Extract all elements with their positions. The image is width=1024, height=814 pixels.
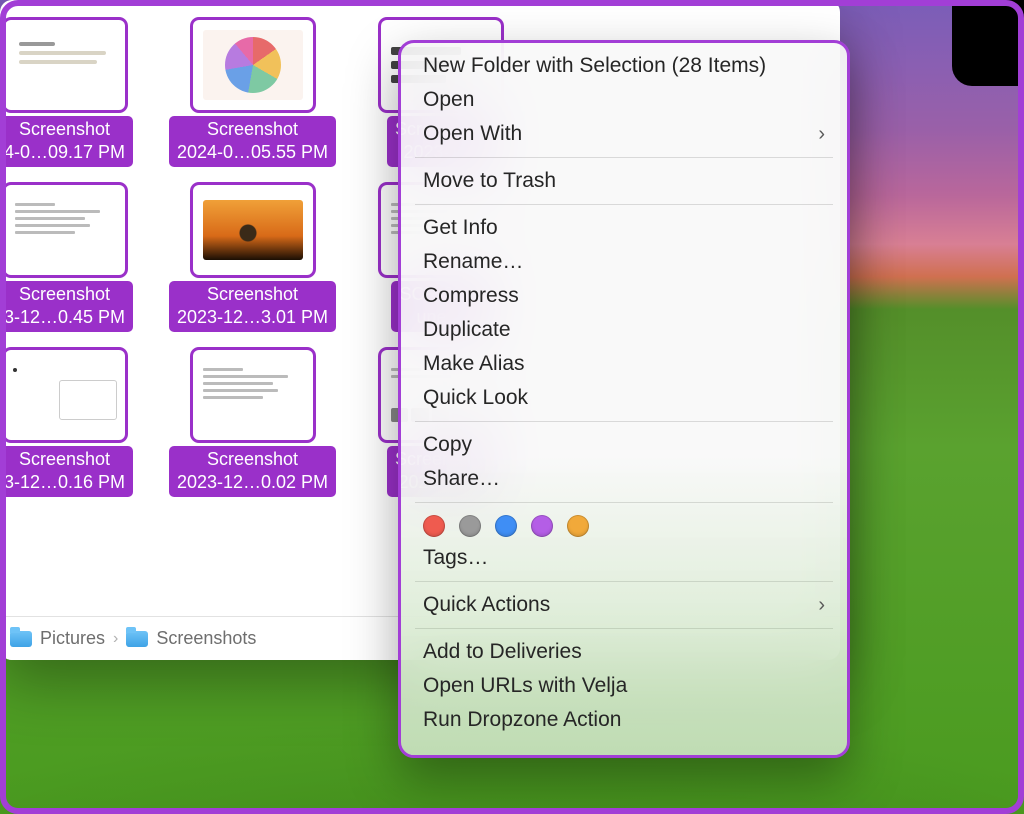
menu-item-label: Open URLs with Velja <box>423 674 627 698</box>
menu-tags[interactable]: Tags… <box>401 541 847 575</box>
menu-item-label: Share… <box>423 467 500 491</box>
file-label[interactable]: Screenshot 3-12…0.16 PM <box>0 446 133 497</box>
menu-share[interactable]: Share… <box>401 462 847 496</box>
tag-color-dot[interactable] <box>459 515 481 537</box>
menu-separator <box>415 204 833 205</box>
menu-item-label: Add to Deliveries <box>423 640 582 664</box>
menu-open-with[interactable]: Open With › <box>401 117 847 151</box>
menu-item-label: Run Dropzone Action <box>423 708 621 732</box>
tag-color-row <box>401 509 847 541</box>
folder-icon <box>126 631 148 647</box>
menu-quick-look[interactable]: Quick Look <box>401 381 847 415</box>
folder-icon <box>10 631 32 647</box>
menu-separator <box>415 502 833 503</box>
menu-open[interactable]: Open <box>401 83 847 117</box>
menu-item-label: Get Info <box>423 216 498 240</box>
menu-item-label: New Folder with Selection (28 Items) <box>423 54 766 78</box>
menu-item-label: Rename… <box>423 250 523 274</box>
file-item[interactable]: Screenshot 3-12…0.16 PM <box>0 350 157 497</box>
menu-add-to-deliveries[interactable]: Add to Deliveries <box>401 635 847 669</box>
file-thumbnail[interactable] <box>193 20 313 110</box>
menu-item-label: Make Alias <box>423 352 525 376</box>
menu-move-to-trash[interactable]: Move to Trash <box>401 164 847 198</box>
file-item[interactable]: Screenshot 2023-12…3.01 PM <box>160 185 345 332</box>
menu-copy[interactable]: Copy <box>401 428 847 462</box>
menu-item-label: Compress <box>423 284 519 308</box>
context-menu: New Folder with Selection (28 Items) Ope… <box>398 40 850 758</box>
tag-color-dot[interactable] <box>531 515 553 537</box>
menu-get-info[interactable]: Get Info <box>401 211 847 245</box>
file-label[interactable]: Screenshot 2023-12…3.01 PM <box>169 281 336 332</box>
menu-duplicate[interactable]: Duplicate <box>401 313 847 347</box>
menu-rename[interactable]: Rename… <box>401 245 847 279</box>
menu-item-label: Tags… <box>423 546 488 570</box>
menu-item-label: Open With <box>423 122 522 146</box>
menu-separator <box>415 421 833 422</box>
chevron-right-icon: › <box>818 595 825 615</box>
tag-color-dot[interactable] <box>495 515 517 537</box>
menu-item-label: Move to Trash <box>423 169 556 193</box>
file-thumbnail[interactable] <box>5 185 125 275</box>
file-label[interactable]: Screenshot 2024-0…05.55 PM <box>169 116 336 167</box>
file-thumbnail[interactable] <box>5 350 125 440</box>
file-item[interactable]: Screenshot 4-0…09.17 PM <box>0 20 157 167</box>
menu-quick-actions[interactable]: Quick Actions › <box>401 588 847 622</box>
tag-color-dot[interactable] <box>423 515 445 537</box>
chevron-right-icon: › <box>818 124 825 144</box>
menu-separator <box>415 581 833 582</box>
menu-separator <box>415 628 833 629</box>
menu-item-label: Copy <box>423 433 472 457</box>
file-item[interactable]: Screenshot 2023-12…0.02 PM <box>160 350 345 497</box>
menu-item-label: Quick Look <box>423 386 528 410</box>
menu-item-label: Quick Actions <box>423 593 550 617</box>
tag-color-dot[interactable] <box>567 515 589 537</box>
file-item[interactable]: Screenshot 3-12…0.45 PM <box>0 185 157 332</box>
screen-notch <box>952 0 1024 86</box>
menu-new-folder-with-selection[interactable]: New Folder with Selection (28 Items) <box>401 49 847 83</box>
file-item[interactable]: Screenshot 2024-0…05.55 PM <box>160 20 345 167</box>
file-thumbnail[interactable] <box>193 350 313 440</box>
chevron-right-icon: › <box>113 630 118 648</box>
file-label[interactable]: Screenshot 4-0…09.17 PM <box>0 116 133 167</box>
file-label[interactable]: Screenshot 2023-12…0.02 PM <box>169 446 336 497</box>
menu-separator <box>415 157 833 158</box>
pathbar-pictures[interactable]: Pictures <box>40 628 105 649</box>
pathbar-screenshots[interactable]: Screenshots <box>156 628 256 649</box>
file-thumbnail[interactable] <box>5 20 125 110</box>
file-thumbnail[interactable] <box>193 185 313 275</box>
menu-item-label: Duplicate <box>423 318 511 342</box>
file-label[interactable]: Screenshot 3-12…0.45 PM <box>0 281 133 332</box>
menu-compress[interactable]: Compress <box>401 279 847 313</box>
menu-item-label: Open <box>423 88 474 112</box>
menu-make-alias[interactable]: Make Alias <box>401 347 847 381</box>
menu-open-urls-with-velja[interactable]: Open URLs with Velja <box>401 669 847 703</box>
menu-run-dropzone-action[interactable]: Run Dropzone Action <box>401 703 847 737</box>
